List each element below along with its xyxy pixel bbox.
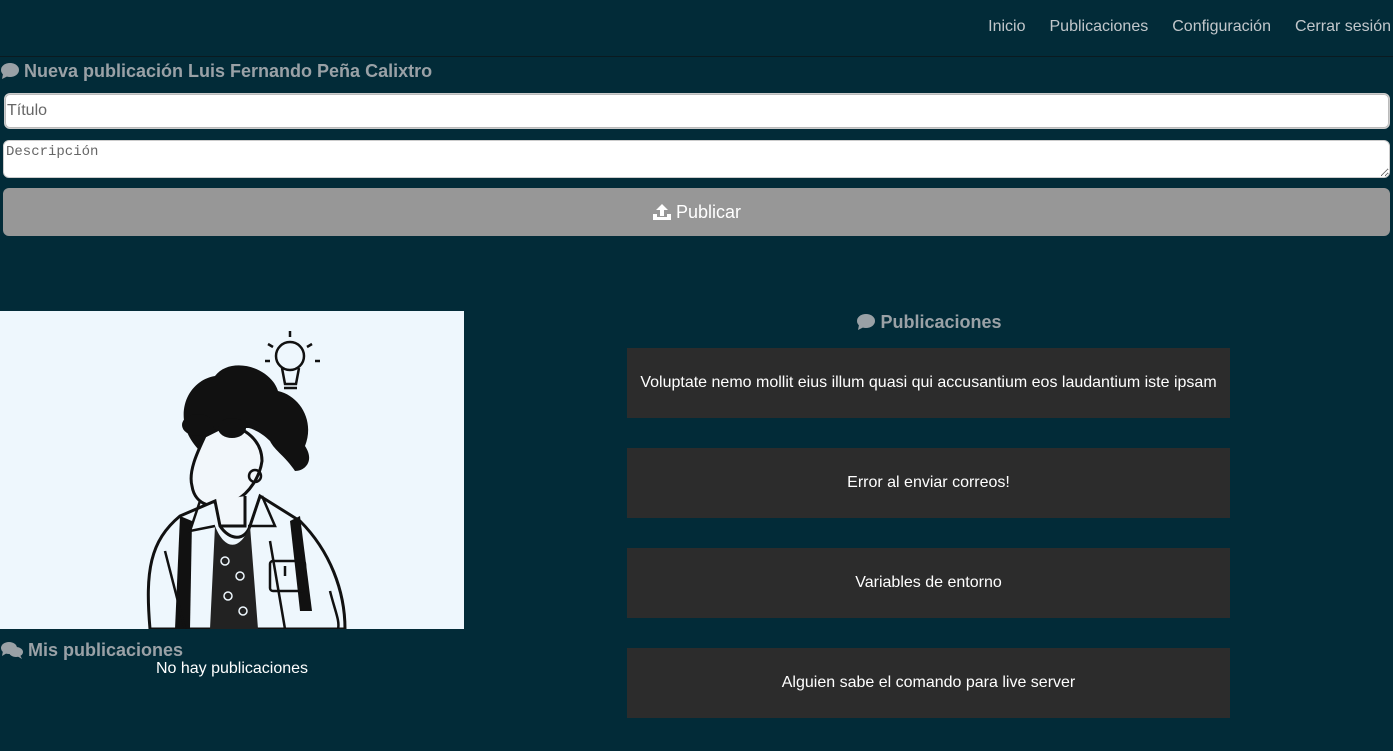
nav-link-publicaciones[interactable]: Publicaciones	[1050, 18, 1149, 36]
new-post-heading-text: Nueva publicación Luis Fernando Peña Cal…	[24, 60, 433, 81]
lightbulb-drawing	[265, 331, 320, 390]
new-post-heading: Nueva publicación Luis Fernando Peña Cal…	[0, 60, 432, 82]
nav-links: Inicio Publicaciones Configuración Cerra…	[964, 18, 1391, 36]
nav-link-cerrar-sesion[interactable]: Cerrar sesión	[1295, 18, 1391, 36]
comments-icon	[1, 642, 23, 659]
posts-heading: Publicaciones	[628, 311, 1230, 333]
title-input[interactable]	[4, 93, 1390, 129]
post-card[interactable]: Alguien sabe el comando para live server	[627, 648, 1230, 718]
nav-link-inicio[interactable]: Inicio	[988, 18, 1025, 36]
description-input[interactable]	[3, 140, 1390, 178]
comment-icon	[857, 314, 876, 330]
upload-icon	[652, 204, 671, 220]
my-posts-heading-text: Mis publicaciones	[28, 639, 184, 660]
publish-button-label: Publicar	[675, 201, 742, 222]
no-posts-message: No hay publicaciones	[155, 660, 309, 677]
my-posts-heading: Mis publicaciones	[0, 639, 183, 661]
publish-button[interactable]: Publicar	[3, 188, 1390, 236]
profile-illustration	[0, 311, 464, 629]
post-card[interactable]: Variables de entorno	[627, 548, 1230, 618]
comment-icon	[1, 63, 19, 79]
post-card[interactable]: Voluptate nemo mollit eius illum quasi q…	[627, 348, 1230, 418]
nav-link-configuracion[interactable]: Configuración	[1172, 18, 1271, 36]
top-navbar: Inicio Publicaciones Configuración Cerra…	[0, 0, 1393, 57]
posts-heading-text: Publicaciones	[880, 311, 1002, 332]
post-card[interactable]: Error al enviar correos!	[627, 448, 1230, 518]
